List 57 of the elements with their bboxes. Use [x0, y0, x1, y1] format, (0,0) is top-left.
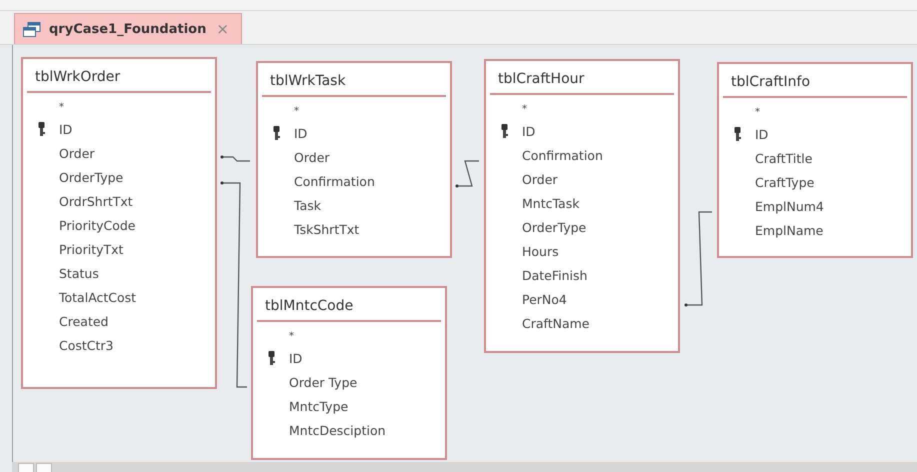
- field-name[interactable]: ID: [59, 122, 72, 136]
- field-name[interactable]: *: [294, 106, 299, 116]
- field-name[interactable]: EmplNum4: [755, 198, 824, 214]
- field-name[interactable]: Task: [294, 198, 321, 212]
- field-name[interactable]: DateFinish: [522, 268, 588, 282]
- field-name[interactable]: MntcDesciption: [289, 422, 386, 438]
- field-name[interactable]: PriorityTxt: [59, 242, 124, 256]
- field-name[interactable]: PerNo4: [522, 292, 567, 306]
- field-name[interactable]: Order: [59, 146, 95, 160]
- field-name[interactable]: *: [289, 330, 294, 342]
- field-name[interactable]: Order Type: [289, 374, 358, 390]
- field-name[interactable]: Hours: [522, 244, 559, 258]
- table-title: tblMntcCode: [257, 288, 441, 322]
- field-name[interactable]: Order: [522, 172, 558, 186]
- field-name[interactable]: ID: [755, 126, 768, 142]
- table-box[interactable]: tblWrkOrder * ID Order OrderType OrdrShrtTxt PriorityCode PriorityTxt Status TotalActCost Created CostCtr3: [21, 57, 217, 389]
- horizontal-scrollbar[interactable]: [12, 462, 917, 472]
- key-icon: [734, 127, 740, 141]
- field-name[interactable]: CraftName: [522, 316, 590, 330]
- relationship-line: [456, 160, 479, 188]
- field-name[interactable]: CraftTitle: [755, 150, 812, 166]
- table-box[interactable]: tblCraftInfo * ID CraftTitle CraftType EmplNum4 EmplName: [717, 62, 913, 258]
- field-name[interactable]: *: [755, 106, 760, 118]
- field-name[interactable]: *: [59, 102, 64, 112]
- relationship-line: [220, 156, 250, 162]
- table-box[interactable]: tblMntcCode * ID Order Type MntcType MntcDesciption: [251, 286, 447, 460]
- field-name[interactable]: *: [522, 104, 527, 114]
- table-box[interactable]: tblWrkTask * ID Order Confirmation Task TskShrtTxt: [256, 61, 452, 258]
- field-name[interactable]: OrderType: [522, 220, 586, 234]
- key-icon: [500, 124, 508, 138]
- field-name[interactable]: OrderType: [59, 170, 124, 184]
- key-icon: [272, 126, 280, 140]
- table-box[interactable]: tblCraftHour * ID Confirmation Order MntcTask OrderType Hours DateFinish PerNo4 CraftName: [484, 59, 680, 353]
- field-name[interactable]: ID: [522, 124, 536, 138]
- field-name[interactable]: Order: [294, 150, 330, 164]
- field-name[interactable]: ID: [289, 350, 302, 366]
- key-icon: [38, 122, 44, 136]
- field-name[interactable]: TskShrtTxt: [294, 222, 360, 236]
- table-title: tblCraftHour: [490, 61, 674, 95]
- field-name[interactable]: Status: [59, 266, 99, 280]
- field-name[interactable]: EmplName: [755, 222, 824, 238]
- field-name[interactable]: TotalActCost: [59, 290, 136, 304]
- field-name[interactable]: CraftType: [755, 174, 814, 190]
- field-name[interactable]: MntcTask: [522, 196, 580, 210]
- field-name[interactable]: Created: [59, 314, 108, 328]
- field-name[interactable]: PriorityCode: [59, 218, 136, 232]
- table-title: tblWrkTask: [262, 63, 446, 97]
- field-name[interactable]: OrdrShrtTxt: [59, 194, 133, 208]
- table-title: tblWrkOrder: [27, 59, 211, 93]
- field-name[interactable]: ID: [294, 126, 308, 140]
- field-name[interactable]: CostCtr3: [59, 338, 114, 352]
- table-title: tblCraftInfo: [723, 64, 907, 98]
- field-name[interactable]: MntcType: [289, 398, 348, 414]
- document-tab[interactable]: qryCase1_Foundation ×: [14, 13, 242, 44]
- field-name[interactable]: Confirmation: [294, 174, 375, 188]
- key-icon: [268, 351, 274, 365]
- field-name[interactable]: Confirmation: [522, 148, 603, 162]
